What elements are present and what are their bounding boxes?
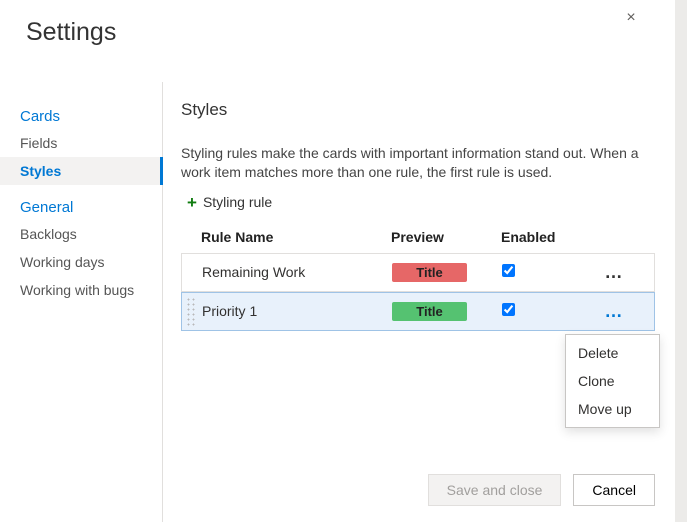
settings-dialog: × Settings Cards Fields Styles General B… [0, 0, 687, 522]
table-row[interactable]: Remaining Work Title … [181, 253, 655, 292]
menu-item-clone[interactable]: Clone [566, 367, 659, 395]
rule-preview: Title [392, 263, 502, 282]
rule-enabled [502, 303, 587, 319]
section-description: Styling rules make the cards with import… [181, 144, 651, 182]
save-and-close-button[interactable]: Save and close [428, 474, 562, 506]
rules-table-body: Remaining Work Title … Priority 1 Title [181, 253, 655, 331]
close-button[interactable]: × [621, 8, 641, 28]
sidebar: Cards Fields Styles General Backlogs Wor… [0, 82, 163, 522]
rule-preview: Title [392, 302, 502, 321]
menu-item-delete[interactable]: Delete [566, 339, 659, 367]
rule-name: Remaining Work [202, 264, 392, 280]
sidebar-header-cards[interactable]: Cards [0, 102, 162, 129]
dialog-footer: Save and close Cancel [428, 474, 655, 506]
add-styling-rule-button[interactable]: + Styling rule [187, 194, 655, 211]
preview-pill: Title [392, 263, 467, 282]
dialog-title: Settings [0, 0, 675, 47]
add-styling-rule-label: Styling rule [203, 194, 272, 210]
cancel-button[interactable]: Cancel [573, 474, 655, 506]
plus-icon: + [187, 194, 197, 211]
rule-name: Priority 1 [202, 303, 392, 319]
preview-pill: Title [392, 302, 467, 321]
menu-item-move-up[interactable]: Move up [566, 395, 659, 423]
sidebar-header-general[interactable]: General [0, 193, 162, 220]
sidebar-item-working-with-bugs[interactable]: Working with bugs [0, 276, 162, 304]
drag-handle-icon[interactable] [186, 297, 195, 326]
section-title: Styles [181, 100, 655, 120]
row-actions-button[interactable]: … [587, 301, 642, 322]
rule-enabled [502, 264, 587, 280]
enabled-checkbox[interactable] [502, 264, 515, 277]
sidebar-item-backlogs[interactable]: Backlogs [0, 220, 162, 248]
enabled-checkbox[interactable] [502, 303, 515, 316]
sidebar-item-styles[interactable]: Styles [0, 157, 162, 185]
main-panel: Styles Styling rules make the cards with… [163, 82, 675, 522]
close-icon: × [626, 9, 635, 27]
rules-table-header: Rule Name Preview Enabled [181, 229, 655, 253]
col-enabled: Enabled [501, 229, 586, 245]
sidebar-group-general: General Backlogs Working days Working wi… [0, 193, 162, 304]
row-actions-button[interactable]: … [587, 262, 642, 283]
sidebar-item-working-days[interactable]: Working days [0, 248, 162, 276]
row-context-menu: Delete Clone Move up [565, 334, 660, 428]
dialog-body: Cards Fields Styles General Backlogs Wor… [0, 82, 675, 522]
sidebar-group-cards: Cards Fields Styles [0, 102, 162, 185]
col-rule-name: Rule Name [201, 229, 391, 245]
table-row[interactable]: Priority 1 Title … [181, 292, 655, 331]
sidebar-item-fields[interactable]: Fields [0, 129, 162, 157]
col-actions [586, 229, 641, 245]
col-preview: Preview [391, 229, 501, 245]
